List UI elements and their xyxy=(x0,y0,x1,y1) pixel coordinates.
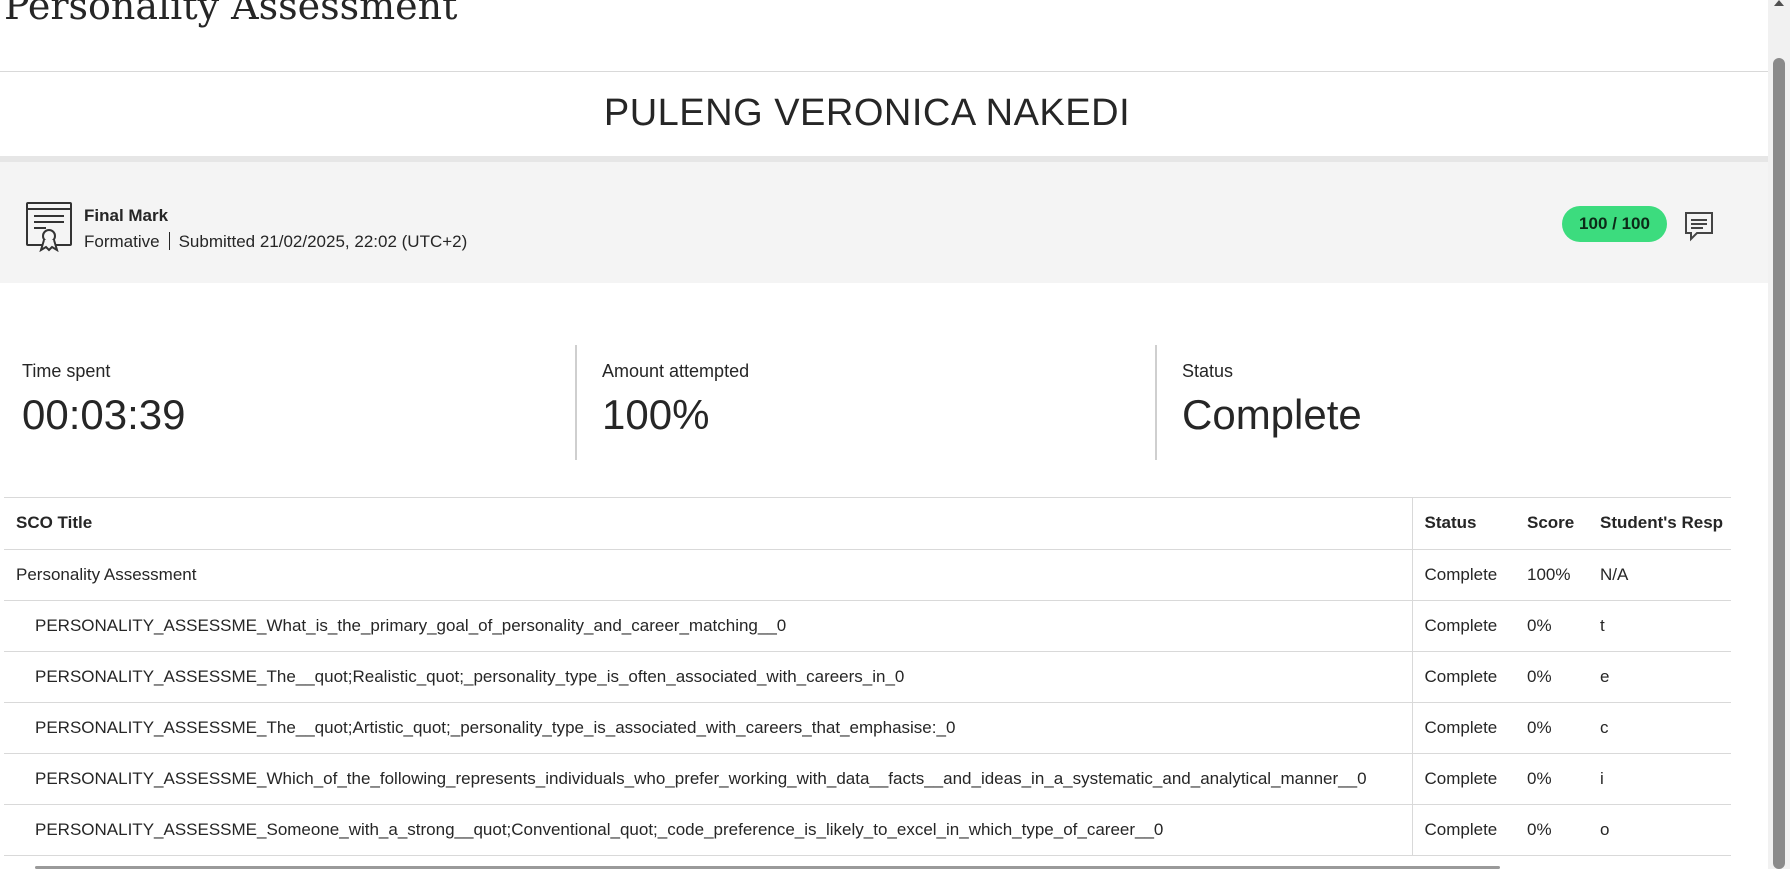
score-cell: 0% xyxy=(1515,804,1588,856)
stat-divider xyxy=(1155,345,1157,460)
response-cell: N/A xyxy=(1588,549,1731,601)
title-divider xyxy=(0,71,1768,72)
sco-title-cell: Personality Assessment xyxy=(4,549,1413,601)
table-header-row: SCO Title Status Score Student's Resp xyxy=(4,498,1731,550)
column-header-student-response: Student's Resp xyxy=(1588,498,1731,550)
assessment-type: Formative xyxy=(84,232,160,251)
final-mark-panel: Final Mark Formative Submitted 21/02/2025… xyxy=(0,156,1768,283)
meta-separator xyxy=(168,232,170,250)
attempt-stats: Time spent 00:03:39 Amount attempted 100… xyxy=(0,345,1734,460)
sco-table-container[interactable]: SCO Title Status Score Student's Resp Pe… xyxy=(4,497,1731,869)
table-row: PERSONALITY_ASSESSME_Someone_with_a_stro… xyxy=(4,804,1731,856)
status-cell: Complete xyxy=(1412,600,1515,652)
response-cell: o xyxy=(1588,804,1731,856)
stat-label: Amount attempted xyxy=(602,361,750,381)
sco-title-cell: PERSONALITY_ASSESSME_What_is_the_primary… xyxy=(4,600,1413,652)
response-cell: c xyxy=(1588,702,1731,754)
scroll-up-arrow-icon[interactable] xyxy=(1774,0,1784,6)
stat-label: Status xyxy=(1182,361,1234,381)
status-cell: Complete xyxy=(1412,702,1515,754)
sco-title-cell: PERSONALITY_ASSESSME_The__quot;Realistic… xyxy=(4,651,1413,703)
score-badge: 100 / 100 xyxy=(1562,206,1667,242)
scrollbar-thumb[interactable] xyxy=(1773,58,1785,869)
vertical-scrollbar[interactable] xyxy=(1768,0,1790,869)
response-cell: t xyxy=(1588,600,1731,652)
stat-value: 100% xyxy=(602,391,710,438)
status-cell: Complete xyxy=(1412,549,1515,601)
table-row: PERSONALITY_ASSESSME_The__quot;Realistic… xyxy=(4,651,1731,703)
column-header-sco-title: SCO Title xyxy=(4,498,1413,550)
comment-icon[interactable] xyxy=(1683,210,1715,242)
final-mark-meta: Formative Submitted 21/02/2025, 22:02 (UT… xyxy=(84,232,467,252)
stat-value: Complete xyxy=(1182,391,1362,438)
score-cell: 0% xyxy=(1515,702,1588,754)
stat-label: Time spent xyxy=(22,361,111,381)
sco-table: SCO Title Status Score Student's Resp Pe… xyxy=(4,498,1731,856)
sco-title-cell: PERSONALITY_ASSESSME_Which_of_the_follow… xyxy=(4,753,1413,805)
page-title: Personality Assessment xyxy=(4,0,458,28)
stat-value: 00:03:39 xyxy=(22,391,186,438)
stat-divider xyxy=(575,345,577,460)
table-row: PERSONALITY_ASSESSME_Which_of_the_follow… xyxy=(4,753,1731,805)
table-row: Personality Assessment Complete 100% N/A xyxy=(4,549,1731,601)
score-cell: 0% xyxy=(1515,600,1588,652)
table-row: PERSONALITY_ASSESSME_The__quot;Artistic_… xyxy=(4,702,1731,754)
response-cell: i xyxy=(1588,753,1731,805)
sco-title-cell: PERSONALITY_ASSESSME_Someone_with_a_stro… xyxy=(4,804,1413,856)
score-cell: 0% xyxy=(1515,651,1588,703)
final-mark-title: Final Mark xyxy=(84,206,169,225)
sco-title-cell: PERSONALITY_ASSESSME_The__quot;Artistic_… xyxy=(4,702,1413,754)
content-area: Personality Assessment PULENG VERONICA N… xyxy=(0,0,1768,869)
score-cell: 100% xyxy=(1515,549,1588,601)
submitted-date: Submitted 21/02/2025, 22:02 (UTC+2) xyxy=(178,232,468,251)
status-cell: Complete xyxy=(1412,804,1515,856)
student-name: PULENG VERONICA NAKEDI xyxy=(603,92,1131,134)
status-cell: Complete xyxy=(1412,651,1515,703)
status-cell: Complete xyxy=(1412,753,1515,805)
response-cell: e xyxy=(1588,651,1731,703)
column-header-status: Status xyxy=(1412,498,1515,550)
page: Personality Assessment PULENG VERONICA N… xyxy=(0,0,1790,869)
table-row: PERSONALITY_ASSESSME_What_is_the_primary… xyxy=(4,600,1731,652)
certificate-icon xyxy=(24,200,74,253)
column-header-score: Score xyxy=(1515,498,1588,550)
score-cell: 0% xyxy=(1515,753,1588,805)
